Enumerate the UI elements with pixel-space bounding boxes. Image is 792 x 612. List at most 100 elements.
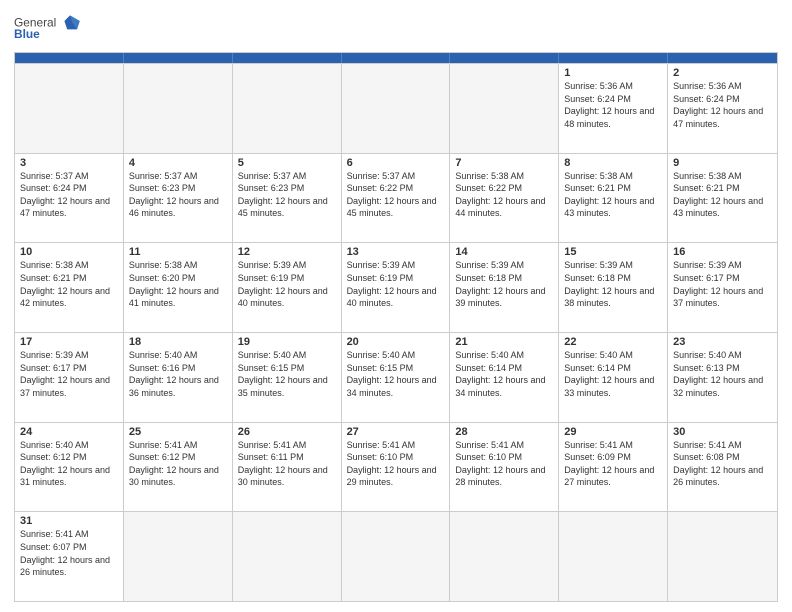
cell-sun-info: Sunrise: 5:36 AM Sunset: 6:24 PM Dayligh… [564, 80, 662, 130]
cell-sun-info: Sunrise: 5:40 AM Sunset: 6:14 PM Dayligh… [564, 349, 662, 399]
cell-sun-info: Sunrise: 5:39 AM Sunset: 6:19 PM Dayligh… [238, 259, 336, 309]
day-number: 2 [673, 67, 772, 79]
day-number: 18 [129, 336, 227, 348]
weekday-sunday [15, 53, 124, 63]
cell-sun-info: Sunrise: 5:37 AM Sunset: 6:22 PM Dayligh… [347, 170, 445, 220]
cell-sun-info: Sunrise: 5:39 AM Sunset: 6:18 PM Dayligh… [564, 259, 662, 309]
day-number: 20 [347, 336, 445, 348]
day-number: 24 [20, 426, 118, 438]
cal-cell-1-0: 3Sunrise: 5:37 AM Sunset: 6:24 PM Daylig… [15, 154, 124, 243]
cal-cell-0-2 [233, 64, 342, 153]
cell-sun-info: Sunrise: 5:39 AM Sunset: 6:18 PM Dayligh… [455, 259, 553, 309]
cell-sun-info: Sunrise: 5:40 AM Sunset: 6:13 PM Dayligh… [673, 349, 772, 399]
cal-cell-2-2: 12Sunrise: 5:39 AM Sunset: 6:19 PM Dayli… [233, 243, 342, 332]
cal-cell-0-4 [450, 64, 559, 153]
cell-sun-info: Sunrise: 5:38 AM Sunset: 6:21 PM Dayligh… [564, 170, 662, 220]
cal-cell-3-6: 23Sunrise: 5:40 AM Sunset: 6:13 PM Dayli… [668, 333, 777, 422]
cal-cell-0-3 [342, 64, 451, 153]
cal-cell-4-3: 27Sunrise: 5:41 AM Sunset: 6:10 PM Dayli… [342, 423, 451, 512]
day-number: 17 [20, 336, 118, 348]
cal-cell-1-5: 8Sunrise: 5:38 AM Sunset: 6:21 PM Daylig… [559, 154, 668, 243]
cal-cell-4-1: 25Sunrise: 5:41 AM Sunset: 6:12 PM Dayli… [124, 423, 233, 512]
cell-sun-info: Sunrise: 5:37 AM Sunset: 6:23 PM Dayligh… [238, 170, 336, 220]
day-number: 6 [347, 157, 445, 169]
cal-cell-2-0: 10Sunrise: 5:38 AM Sunset: 6:21 PM Dayli… [15, 243, 124, 332]
cal-cell-2-5: 15Sunrise: 5:39 AM Sunset: 6:18 PM Dayli… [559, 243, 668, 332]
cell-sun-info: Sunrise: 5:39 AM Sunset: 6:17 PM Dayligh… [673, 259, 772, 309]
cell-sun-info: Sunrise: 5:41 AM Sunset: 6:12 PM Dayligh… [129, 439, 227, 489]
cell-sun-info: Sunrise: 5:40 AM Sunset: 6:15 PM Dayligh… [238, 349, 336, 399]
cell-sun-info: Sunrise: 5:38 AM Sunset: 6:21 PM Dayligh… [20, 259, 118, 309]
cal-cell-4-6: 30Sunrise: 5:41 AM Sunset: 6:08 PM Dayli… [668, 423, 777, 512]
cell-sun-info: Sunrise: 5:41 AM Sunset: 6:08 PM Dayligh… [673, 439, 772, 489]
calendar-row-1: 3Sunrise: 5:37 AM Sunset: 6:24 PM Daylig… [15, 153, 777, 243]
cal-cell-5-1 [124, 512, 233, 601]
cal-cell-4-4: 28Sunrise: 5:41 AM Sunset: 6:10 PM Dayli… [450, 423, 559, 512]
calendar: 1Sunrise: 5:36 AM Sunset: 6:24 PM Daylig… [14, 52, 778, 602]
cell-sun-info: Sunrise: 5:38 AM Sunset: 6:21 PM Dayligh… [673, 170, 772, 220]
day-number: 21 [455, 336, 553, 348]
day-number: 8 [564, 157, 662, 169]
svg-text:Blue: Blue [14, 27, 40, 41]
cell-sun-info: Sunrise: 5:41 AM Sunset: 6:11 PM Dayligh… [238, 439, 336, 489]
cell-sun-info: Sunrise: 5:36 AM Sunset: 6:24 PM Dayligh… [673, 80, 772, 130]
generalblue-logo-icon: General Blue [14, 10, 84, 46]
cal-cell-1-6: 9Sunrise: 5:38 AM Sunset: 6:21 PM Daylig… [668, 154, 777, 243]
day-number: 1 [564, 67, 662, 79]
cal-cell-3-0: 17Sunrise: 5:39 AM Sunset: 6:17 PM Dayli… [15, 333, 124, 422]
cell-sun-info: Sunrise: 5:41 AM Sunset: 6:09 PM Dayligh… [564, 439, 662, 489]
cal-cell-1-2: 5Sunrise: 5:37 AM Sunset: 6:23 PM Daylig… [233, 154, 342, 243]
day-number: 31 [20, 515, 118, 527]
day-number: 26 [238, 426, 336, 438]
cal-cell-3-1: 18Sunrise: 5:40 AM Sunset: 6:16 PM Dayli… [124, 333, 233, 422]
day-number: 11 [129, 246, 227, 258]
cell-sun-info: Sunrise: 5:37 AM Sunset: 6:23 PM Dayligh… [129, 170, 227, 220]
cal-cell-1-4: 7Sunrise: 5:38 AM Sunset: 6:22 PM Daylig… [450, 154, 559, 243]
cell-sun-info: Sunrise: 5:40 AM Sunset: 6:16 PM Dayligh… [129, 349, 227, 399]
cell-sun-info: Sunrise: 5:37 AM Sunset: 6:24 PM Dayligh… [20, 170, 118, 220]
day-number: 9 [673, 157, 772, 169]
weekday-saturday [668, 53, 777, 63]
calendar-row-3: 17Sunrise: 5:39 AM Sunset: 6:17 PM Dayli… [15, 332, 777, 422]
cell-sun-info: Sunrise: 5:41 AM Sunset: 6:07 PM Dayligh… [20, 528, 118, 578]
cal-cell-5-2 [233, 512, 342, 601]
weekday-friday [559, 53, 668, 63]
cal-cell-0-1 [124, 64, 233, 153]
cal-cell-3-4: 21Sunrise: 5:40 AM Sunset: 6:14 PM Dayli… [450, 333, 559, 422]
cell-sun-info: Sunrise: 5:39 AM Sunset: 6:17 PM Dayligh… [20, 349, 118, 399]
cell-sun-info: Sunrise: 5:38 AM Sunset: 6:22 PM Dayligh… [455, 170, 553, 220]
calendar-row-0: 1Sunrise: 5:36 AM Sunset: 6:24 PM Daylig… [15, 63, 777, 153]
cal-cell-5-0: 31Sunrise: 5:41 AM Sunset: 6:07 PM Dayli… [15, 512, 124, 601]
day-number: 5 [238, 157, 336, 169]
cal-cell-4-0: 24Sunrise: 5:40 AM Sunset: 6:12 PM Dayli… [15, 423, 124, 512]
day-number: 15 [564, 246, 662, 258]
weekday-thursday [450, 53, 559, 63]
day-number: 23 [673, 336, 772, 348]
cal-cell-0-6: 2Sunrise: 5:36 AM Sunset: 6:24 PM Daylig… [668, 64, 777, 153]
day-number: 13 [347, 246, 445, 258]
day-number: 28 [455, 426, 553, 438]
cell-sun-info: Sunrise: 5:38 AM Sunset: 6:20 PM Dayligh… [129, 259, 227, 309]
day-number: 10 [20, 246, 118, 258]
weekday-wednesday [342, 53, 451, 63]
day-number: 7 [455, 157, 553, 169]
cal-cell-2-6: 16Sunrise: 5:39 AM Sunset: 6:17 PM Dayli… [668, 243, 777, 332]
page: General Blue 1Sunrise: 5:36 AM Sunset: 6… [0, 0, 792, 612]
cal-cell-0-0 [15, 64, 124, 153]
day-number: 25 [129, 426, 227, 438]
cell-sun-info: Sunrise: 5:40 AM Sunset: 6:12 PM Dayligh… [20, 439, 118, 489]
day-number: 4 [129, 157, 227, 169]
cal-cell-5-3 [342, 512, 451, 601]
calendar-row-4: 24Sunrise: 5:40 AM Sunset: 6:12 PM Dayli… [15, 422, 777, 512]
cal-cell-5-5 [559, 512, 668, 601]
logo: General Blue [14, 10, 84, 46]
cal-cell-5-4 [450, 512, 559, 601]
cell-sun-info: Sunrise: 5:40 AM Sunset: 6:15 PM Dayligh… [347, 349, 445, 399]
day-number: 30 [673, 426, 772, 438]
cal-cell-4-5: 29Sunrise: 5:41 AM Sunset: 6:09 PM Dayli… [559, 423, 668, 512]
calendar-row-5: 31Sunrise: 5:41 AM Sunset: 6:07 PM Dayli… [15, 511, 777, 601]
cell-sun-info: Sunrise: 5:41 AM Sunset: 6:10 PM Dayligh… [347, 439, 445, 489]
calendar-row-2: 10Sunrise: 5:38 AM Sunset: 6:21 PM Dayli… [15, 242, 777, 332]
calendar-header [15, 53, 777, 63]
day-number: 12 [238, 246, 336, 258]
